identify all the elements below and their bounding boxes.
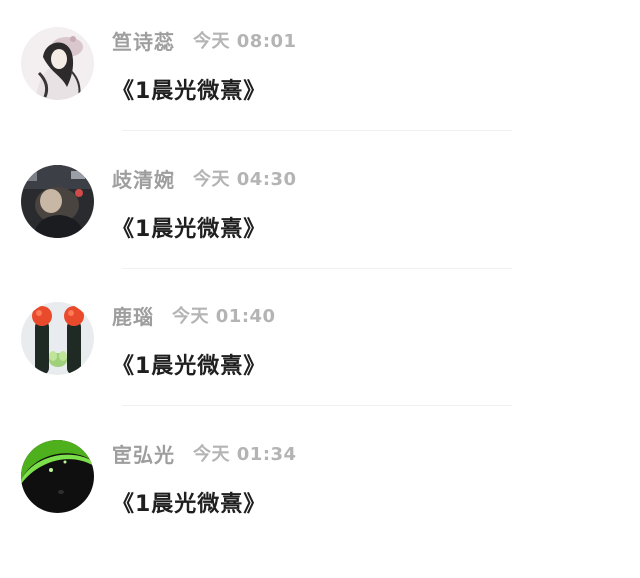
photo-avatar-icon[interactable] <box>21 165 94 238</box>
green-leaf-avatar-icon[interactable] <box>21 440 94 513</box>
timestamp: 今天 08:01 <box>193 31 297 52</box>
timestamp: 今天 01:40 <box>172 306 276 327</box>
username[interactable]: 宦弘光 <box>112 439 175 468</box>
username[interactable]: 歧清婉 <box>112 164 175 193</box>
timestamp: 今天 04:30 <box>193 169 297 190</box>
comment-text: 《1晨光微熹》 <box>112 79 267 104</box>
comment-item: 笪诗蕊 今天 08:01 《1晨光微熹》 <box>0 27 640 165</box>
divider <box>122 130 512 131</box>
anime-girl-avatar-icon[interactable] <box>21 27 94 100</box>
divider <box>122 268 512 269</box>
comment-text: 《1晨光微熹》 <box>112 354 267 379</box>
comment-meta: 歧清婉 今天 04:30 <box>112 164 297 193</box>
divider <box>122 405 512 406</box>
comment-text: 《1晨光微熹》 <box>112 492 267 517</box>
comment-meta: 鹿瑙 今天 01:40 <box>112 301 276 330</box>
comment-meta: 宦弘光 今天 01:34 <box>112 439 297 468</box>
cactus-avatar-icon[interactable] <box>21 302 94 375</box>
comment-item: 歧清婉 今天 04:30 《1晨光微熹》 <box>0 165 640 303</box>
timestamp: 今天 01:34 <box>193 444 297 465</box>
comment-feed: 笪诗蕊 今天 08:01 《1晨光微熹》 歧清婉 今天 04:30 《1晨光微熹… <box>0 0 640 541</box>
username[interactable]: 鹿瑙 <box>112 301 154 330</box>
comment-item: 鹿瑙 今天 01:40 《1晨光微熹》 <box>0 302 640 440</box>
username[interactable]: 笪诗蕊 <box>112 26 175 55</box>
comment-meta: 笪诗蕊 今天 08:01 <box>112 26 297 55</box>
comment-text: 《1晨光微熹》 <box>112 217 267 242</box>
comment-item: 宦弘光 今天 01:34 《1晨光微熹》 <box>0 440 640 578</box>
